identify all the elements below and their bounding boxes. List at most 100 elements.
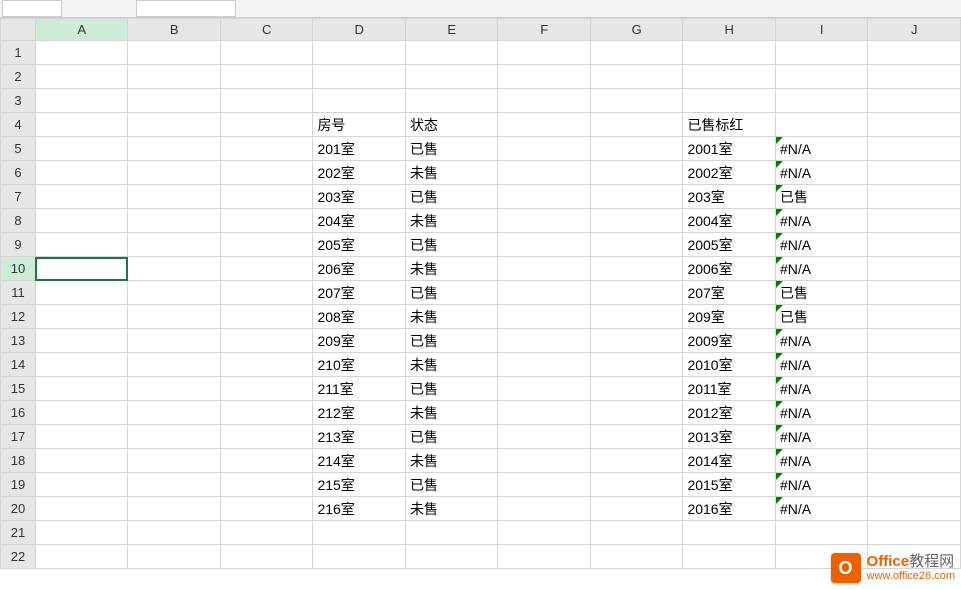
cell-I12[interactable]: 已售 <box>775 305 868 329</box>
cell-A11[interactable] <box>35 281 128 305</box>
cell-C22[interactable] <box>220 545 313 569</box>
cell-I9[interactable]: #N/A <box>775 233 868 257</box>
cell-D14[interactable]: 210室 <box>313 353 406 377</box>
cell-G11[interactable] <box>590 281 683 305</box>
cell-F3[interactable] <box>498 89 591 113</box>
cell-B2[interactable] <box>128 65 221 89</box>
cell-B16[interactable] <box>128 401 221 425</box>
cell-B13[interactable] <box>128 329 221 353</box>
cell-E14[interactable]: 未售 <box>405 353 498 377</box>
cell-D1[interactable] <box>313 41 406 65</box>
cell-E6[interactable]: 未售 <box>405 161 498 185</box>
cell-F6[interactable] <box>498 161 591 185</box>
cell-D21[interactable] <box>313 521 406 545</box>
cell-H14[interactable]: 2010室 <box>683 353 776 377</box>
cell-E10[interactable]: 未售 <box>405 257 498 281</box>
cell-I22[interactable] <box>775 545 868 569</box>
cell-E22[interactable] <box>405 545 498 569</box>
cell-E17[interactable]: 已售 <box>405 425 498 449</box>
row-header-19[interactable]: 19 <box>1 473 36 497</box>
row-header-5[interactable]: 5 <box>1 137 36 161</box>
cell-A2[interactable] <box>35 65 128 89</box>
cell-H6[interactable]: 2002室 <box>683 161 776 185</box>
cell-D3[interactable] <box>313 89 406 113</box>
cell-B22[interactable] <box>128 545 221 569</box>
cell-D12[interactable]: 208室 <box>313 305 406 329</box>
cell-G18[interactable] <box>590 449 683 473</box>
cell-J10[interactable] <box>868 257 961 281</box>
cell-H11[interactable]: 207室 <box>683 281 776 305</box>
cell-C12[interactable] <box>220 305 313 329</box>
cell-F18[interactable] <box>498 449 591 473</box>
cell-F21[interactable] <box>498 521 591 545</box>
cell-J5[interactable] <box>868 137 961 161</box>
cell-J22[interactable] <box>868 545 961 569</box>
cell-H8[interactable]: 2004室 <box>683 209 776 233</box>
row-header-6[interactable]: 6 <box>1 161 36 185</box>
row-header-10[interactable]: 10 <box>1 257 36 281</box>
cell-B6[interactable] <box>128 161 221 185</box>
cell-H3[interactable] <box>683 89 776 113</box>
cell-B4[interactable] <box>128 113 221 137</box>
cell-E11[interactable]: 已售 <box>405 281 498 305</box>
col-header-E[interactable]: E <box>405 19 498 41</box>
cell-F4[interactable] <box>498 113 591 137</box>
row-header-18[interactable]: 18 <box>1 449 36 473</box>
cell-C19[interactable] <box>220 473 313 497</box>
select-all-corner[interactable] <box>1 19 36 41</box>
cell-J12[interactable] <box>868 305 961 329</box>
row-header-8[interactable]: 8 <box>1 209 36 233</box>
cell-G14[interactable] <box>590 353 683 377</box>
cell-H9[interactable]: 2005室 <box>683 233 776 257</box>
cell-D20[interactable]: 216室 <box>313 497 406 521</box>
cell-D16[interactable]: 212室 <box>313 401 406 425</box>
cell-A7[interactable] <box>35 185 128 209</box>
row-header-13[interactable]: 13 <box>1 329 36 353</box>
row-header-17[interactable]: 17 <box>1 425 36 449</box>
cell-I11[interactable]: 已售 <box>775 281 868 305</box>
cell-G8[interactable] <box>590 209 683 233</box>
row-header-2[interactable]: 2 <box>1 65 36 89</box>
cell-G22[interactable] <box>590 545 683 569</box>
cell-C20[interactable] <box>220 497 313 521</box>
cell-B20[interactable] <box>128 497 221 521</box>
cell-A21[interactable] <box>35 521 128 545</box>
cell-J3[interactable] <box>868 89 961 113</box>
cell-F14[interactable] <box>498 353 591 377</box>
cell-J11[interactable] <box>868 281 961 305</box>
col-header-J[interactable]: J <box>868 19 961 41</box>
cell-H2[interactable] <box>683 65 776 89</box>
cell-G2[interactable] <box>590 65 683 89</box>
cell-G6[interactable] <box>590 161 683 185</box>
cell-D7[interactable]: 203室 <box>313 185 406 209</box>
cell-D2[interactable] <box>313 65 406 89</box>
row-header-22[interactable]: 22 <box>1 545 36 569</box>
cell-A20[interactable] <box>35 497 128 521</box>
row-header-1[interactable]: 1 <box>1 41 36 65</box>
cell-C13[interactable] <box>220 329 313 353</box>
cell-C18[interactable] <box>220 449 313 473</box>
cell-C15[interactable] <box>220 377 313 401</box>
cell-F10[interactable] <box>498 257 591 281</box>
cell-F7[interactable] <box>498 185 591 209</box>
cell-I17[interactable]: #N/A <box>775 425 868 449</box>
col-header-H[interactable]: H <box>683 19 776 41</box>
cell-H10[interactable]: 2006室 <box>683 257 776 281</box>
cell-G4[interactable] <box>590 113 683 137</box>
cell-H12[interactable]: 209室 <box>683 305 776 329</box>
cell-D13[interactable]: 209室 <box>313 329 406 353</box>
cell-J16[interactable] <box>868 401 961 425</box>
row-header-7[interactable]: 7 <box>1 185 36 209</box>
cell-B17[interactable] <box>128 425 221 449</box>
cell-C9[interactable] <box>220 233 313 257</box>
cell-G3[interactable] <box>590 89 683 113</box>
cell-B7[interactable] <box>128 185 221 209</box>
cell-A9[interactable] <box>35 233 128 257</box>
cell-F2[interactable] <box>498 65 591 89</box>
cell-A19[interactable] <box>35 473 128 497</box>
cell-E2[interactable] <box>405 65 498 89</box>
cell-H5[interactable]: 2001室 <box>683 137 776 161</box>
cell-G9[interactable] <box>590 233 683 257</box>
row-header-11[interactable]: 11 <box>1 281 36 305</box>
cell-A4[interactable] <box>35 113 128 137</box>
